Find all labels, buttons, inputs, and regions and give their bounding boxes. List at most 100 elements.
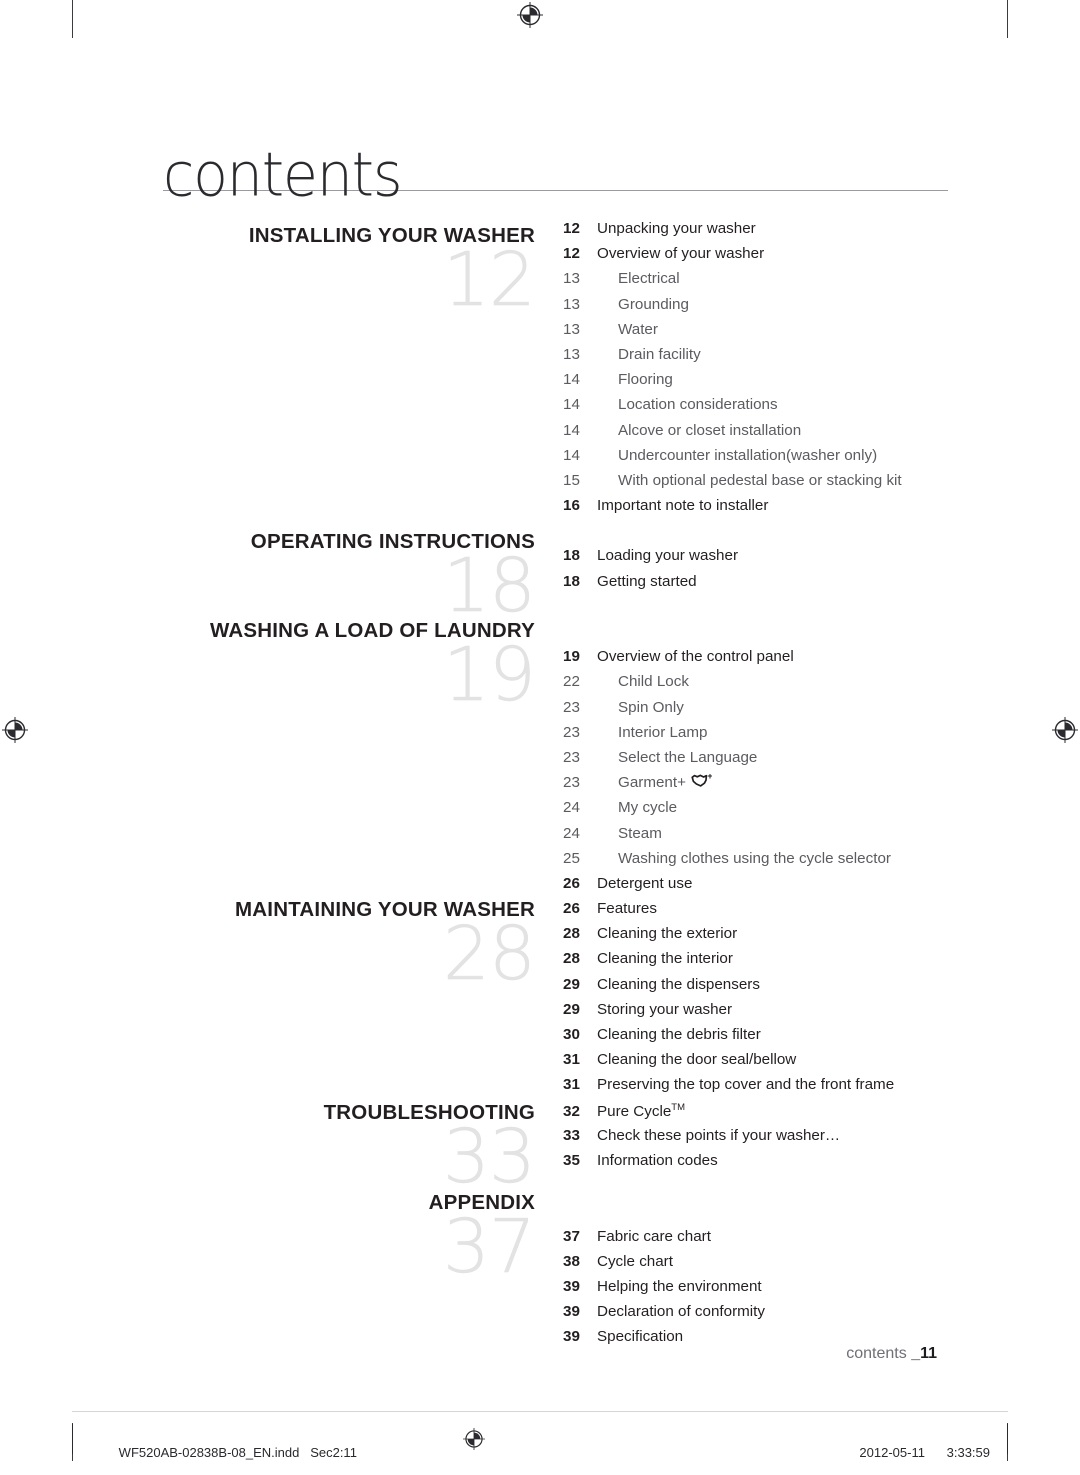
toc-entry[interactable]: 13 Water [563,321,993,346]
toc-entry-text: Specification [597,1328,684,1346]
toc-entry[interactable]: 38 Cycle chart [563,1253,993,1278]
toc-entry[interactable]: 24 Steam [563,825,993,850]
toc-entry-text: Overview of the control panel [597,648,794,666]
section-ghost-page-number: 19 [442,631,537,718]
toc-entry[interactable]: 23 Interior Lamp [563,724,993,749]
toc-entry-page-number: 25 [563,849,580,867]
section-ghost-page-number: 28 [442,910,537,997]
toc-entry[interactable]: 14 Alcove or closet installation [563,422,993,447]
toc-entry-page-number: 26 [563,900,580,918]
toc-entry-label: Grounding [597,296,993,313]
toc-entry[interactable]: 23 Garment+ + [563,774,993,799]
toc-entry-text: Check these points if your washer… [597,1126,841,1144]
toc-entry[interactable]: 37 Fabric care chart [563,1228,993,1253]
toc-entry[interactable]: 26 Detergent use [563,875,993,900]
toc-entry-label: Cleaning the interior [597,950,993,967]
toc-entry-text: With optional pedestal base or stacking … [618,471,902,489]
toc-entry-label: Cleaning the exterior [597,925,993,942]
toc-entry-label: Interior Lamp [597,724,993,741]
toc-entry-page-number: 12 [563,245,580,263]
toc-entry-text: Child Lock [618,673,689,691]
toc-entry-text: Cycle chart [597,1252,673,1270]
toc-entry[interactable]: 29 Storing your washer [563,1001,993,1026]
toc-entry-page-number: 39 [563,1277,580,1295]
toc-entry-page-number: 31 [563,1051,580,1069]
toc-entry-label: Electrical [597,270,993,287]
toc-entry[interactable]: 33 Check these points if your washer… [563,1127,993,1152]
toc-entry[interactable]: 13 Drain facility [563,346,993,371]
toc-entry-label: Helping the environment [597,1278,993,1295]
toc-entry[interactable]: 39 Declaration of conformity [563,1303,993,1328]
toc-entry[interactable]: 28 Cleaning the interior [563,950,993,975]
toc-entry-text: Cleaning the door seal/bellow [597,1051,797,1069]
toc-entry-label: Cleaning the dispensers [597,976,993,993]
toc-entry-label: Garment+ + [597,774,993,791]
toc-entry-page-number: 37 [563,1227,580,1245]
toc-entry[interactable]: 13 Grounding [563,296,993,321]
toc-entry-text: Declaration of conformity [597,1303,765,1321]
toc-entry-page-number: 23 [563,774,580,792]
toc-entry-page-number: 23 [563,748,580,766]
toc-entry-text: Washing clothes using the cycle selector [618,849,891,867]
toc-entry[interactable]: 35 Information codes [563,1152,993,1177]
toc-entry-page-number: 23 [563,723,580,741]
toc-entry-label: Important note to installer [597,497,993,514]
toc-entry[interactable]: 12 Unpacking your washer [563,220,993,245]
toc-entry-text: Water [618,320,658,338]
toc-entry-page-number: 18 [563,547,580,565]
toc-entry-page-number: 14 [563,446,580,464]
toc-entry[interactable]: 19 Overview of the control panel [563,648,993,673]
toc-entry-page-number: 39 [563,1303,580,1321]
toc-entry[interactable]: 14 Location considerations [563,396,993,421]
toc-entry-label: Pure CycleTM [597,1102,993,1120]
toc-entry-page-number: 24 [563,799,580,817]
toc-entry[interactable]: 25 Washing clothes using the cycle select… [563,850,993,875]
registration-mark-right [1052,717,1078,743]
section-block: OPERATING INSTRUCTIONS 18 [160,530,537,629]
toc-entry[interactable]: 29 Cleaning the dispensers [563,976,993,1001]
toc-entry-text: Cleaning the debris filter [597,1026,761,1043]
toc-entry[interactable]: 16 Important note to installer [563,497,993,522]
section-block: APPENDIX 37 [160,1191,537,1283]
toc-entry[interactable]: 18 Loading your washer [563,547,993,572]
toc-entry-text: Undercounter installation(washer only) [618,446,878,464]
toc-entry[interactable]: 23 Spin Only [563,699,993,724]
registration-mark-top [517,2,543,28]
toc-entry-text: Important note to installer [597,497,769,515]
toc-entry-page-number: 31 [563,1076,580,1094]
toc-entry[interactable]: 30 Cleaning the debris filter [563,1026,993,1051]
toc-entry-text: Overview of your washer [597,245,765,263]
footer-section-page: Sec2:11 [310,1445,357,1460]
toc-entry[interactable]: 13 Electrical [563,270,993,295]
garment-plus-icon: + [690,774,712,789]
toc-entry[interactable]: 26 Features [563,900,993,925]
toc-entry-page-number: 30 [563,1026,580,1043]
toc-entry-text: Grounding [618,295,689,313]
toc-entry-page-number: 13 [563,320,580,338]
toc-entry-text: Features [597,900,657,918]
toc-entry[interactable]: 31 Cleaning the door seal/bellow [563,1051,993,1076]
trademark-superscript: TM [671,1101,685,1113]
section-ghost-page-number: 18 [442,542,537,629]
toc-entry[interactable]: 31 Preserving the top cover and the front… [563,1076,993,1101]
toc-entry-text: Pure Cycle [597,1102,672,1120]
toc-entry[interactable]: 14 Undercounter installation(washer only) [563,447,993,472]
toc-entry-text: Interior Lamp [618,723,708,741]
section-block: INSTALLING YOUR WASHER 12 [160,224,536,316]
toc-entry-page-number: 14 [563,421,580,439]
toc-entry-text: Select the Language [618,748,758,766]
footer-tick-right [1007,1424,1008,1454]
folio-number: _11 [911,1345,937,1362]
toc-entry-label: Storing your washer [597,1001,993,1018]
toc-entry[interactable]: 24 My cycle [563,799,993,824]
toc-entry[interactable]: 39 Helping the environment [563,1278,993,1303]
toc-entry[interactable]: 23 Select the Language [563,749,993,774]
toc-entry[interactable]: 22 Child Lock [563,673,993,698]
toc-entry[interactable]: 12 Overview of your washer [563,245,993,270]
toc-entry[interactable]: 15 With optional pedestal base or stackin… [563,472,993,497]
toc-entry[interactable]: 32 Pure CycleTM [563,1102,993,1127]
toc-entry[interactable]: 14 Flooring [563,371,993,396]
toc-entry[interactable]: 18 Getting started [563,573,993,598]
toc-entry[interactable]: 28 Cleaning the exterior [563,925,993,950]
toc-entry-text: Preserving the top cover and the front f… [597,1076,895,1094]
